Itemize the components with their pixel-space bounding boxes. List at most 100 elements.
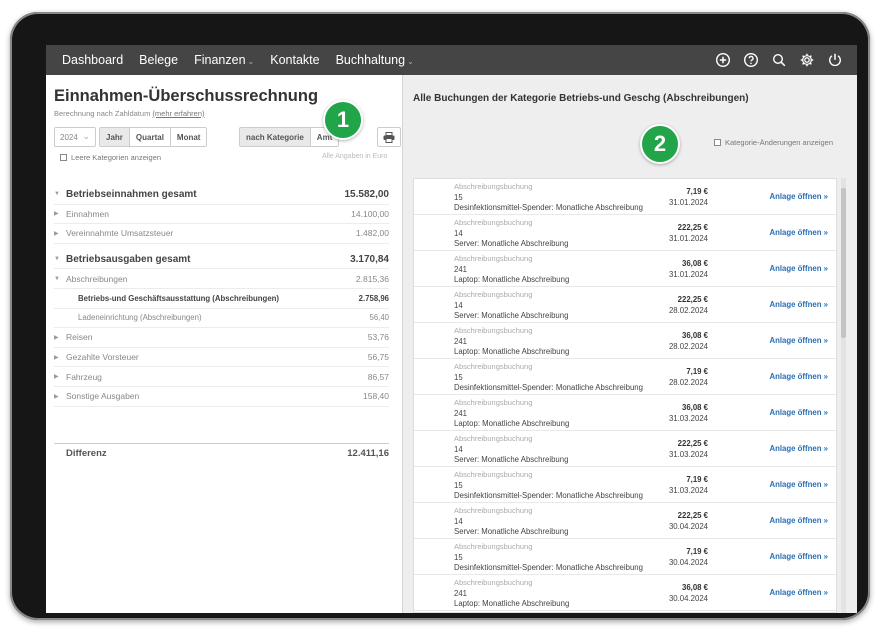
booking-amount: 36,08 € bbox=[681, 259, 708, 268]
tablet-frame: Dashboard Belege Finanzen ⌄ Kontakte Buch… bbox=[10, 12, 870, 620]
period-year-button[interactable]: Jahr bbox=[100, 128, 129, 146]
booking-description: Laptop: Monatliche Abschreibung bbox=[454, 419, 570, 428]
settings-icon[interactable] bbox=[799, 52, 815, 68]
category-row[interactable]: Betriebs-und Geschäftsausstattung (Absch… bbox=[54, 289, 389, 309]
booking-description: Laptop: Monatliche Abschreibung bbox=[454, 275, 570, 284]
category-changes-checkbox[interactable] bbox=[714, 139, 721, 146]
nav-finanzen[interactable]: Finanzen ⌄ bbox=[194, 53, 254, 67]
category-label: Vereinnahmte Umsatzsteuer bbox=[66, 228, 174, 239]
scrollbar-thumb[interactable] bbox=[841, 188, 846, 338]
category-label: Betriebsausgaben gesamt bbox=[66, 253, 191, 265]
empty-categories-label: Leere Kategorien anzeigen bbox=[71, 153, 162, 162]
open-asset-link[interactable]: Anlage öffnen » bbox=[770, 192, 829, 201]
booking-row[interactable]: Abschreibungsbuchung 14 Server: Monatliche… bbox=[414, 215, 836, 251]
category-row[interactable]: ▶ Vereinnahmte Umsatzsteuer 1.482,00 bbox=[54, 224, 389, 244]
category-row[interactable]: ▶ Einnahmen 14.100,00 bbox=[54, 205, 389, 225]
category-label: Betriebs-und Geschäftsausstattung (Absch… bbox=[78, 293, 280, 303]
period-month-button[interactable]: Monat bbox=[169, 128, 207, 146]
category-label: Einnahmen bbox=[66, 208, 110, 219]
open-asset-link[interactable]: Anlage öffnen » bbox=[770, 228, 829, 237]
booking-row[interactable]: Abschreibungsbuchung 15 Desinfektionsmitte… bbox=[414, 539, 836, 575]
open-asset-link[interactable]: Anlage öffnen » bbox=[770, 372, 829, 381]
category-value: 15.582,00 bbox=[344, 188, 390, 200]
open-asset-label: Anlage öffnen bbox=[769, 408, 822, 417]
category-value: 86,57 bbox=[367, 371, 389, 382]
print-button[interactable] bbox=[377, 127, 401, 147]
learn-more-link[interactable]: (mehr erfahren) bbox=[152, 109, 204, 118]
open-asset-link[interactable]: Anlage öffnen » bbox=[770, 300, 829, 309]
period-quarter-button[interactable]: Quartal bbox=[128, 128, 170, 146]
booking-row[interactable]: Abschreibungsbuchung 14 Server: Monatliche… bbox=[414, 503, 836, 539]
view-by-category-button[interactable]: nach Kategorie bbox=[240, 128, 310, 146]
category-value: 3.170,84 bbox=[350, 253, 389, 265]
booking-row[interactable]: Abschreibungsbuchung 14 Server: Monatliche… bbox=[414, 287, 836, 323]
booking-type: Abschreibungsbuchung bbox=[454, 398, 533, 407]
booking-row[interactable]: Abschreibungsbuchung 241 Laptop: Monatlich… bbox=[414, 251, 836, 287]
booking-row[interactable]: Abschreibungsbuchung 241 Laptop: Monatlich… bbox=[414, 323, 836, 359]
booking-row[interactable]: Abschreibungsbuchung 15 Desinfektionsmitte… bbox=[414, 179, 836, 215]
category-group-row[interactable]: ▼ Betriebseinnahmen gesamt 15.582,00 bbox=[54, 185, 389, 205]
category-row[interactable]: ▶ Sonstige Ausgaben 158,40 bbox=[54, 387, 389, 407]
category-row[interactable]: ▶ Reisen 53,76 bbox=[54, 328, 389, 348]
booking-row[interactable]: Abschreibungsbuchung 14 Server: Monatliche… bbox=[414, 431, 836, 467]
caret-down-icon[interactable]: ▼ bbox=[54, 191, 66, 197]
nav-belege[interactable]: Belege bbox=[139, 53, 178, 67]
caret-right-icon[interactable]: ▶ bbox=[54, 393, 66, 400]
chevron-down-icon: ⌄ bbox=[407, 57, 414, 66]
booking-number: 15 bbox=[454, 553, 463, 562]
open-asset-link[interactable]: Anlage öffnen » bbox=[770, 588, 829, 597]
open-asset-link[interactable]: Anlage öffnen » bbox=[770, 336, 829, 345]
caret-down-icon[interactable]: ▼ bbox=[54, 276, 66, 282]
caret-right-icon[interactable]: ▶ bbox=[54, 230, 66, 237]
double-chevron-right-icon: » bbox=[821, 480, 828, 489]
booking-type: Abschreibungsbuchung bbox=[454, 542, 533, 551]
category-value: 2.815,36 bbox=[355, 273, 389, 284]
open-asset-link[interactable]: Anlage öffnen » bbox=[770, 408, 829, 417]
booking-date: 31.03.2024 bbox=[668, 450, 708, 459]
subtitle-text: Berechnung nach Zahldatum bbox=[54, 109, 151, 118]
year-select[interactable]: 2024 ⌄ bbox=[54, 127, 96, 147]
caret-right-icon[interactable]: ▶ bbox=[54, 373, 66, 380]
booking-amount: 222,25 € bbox=[677, 295, 708, 304]
power-icon[interactable] bbox=[827, 52, 843, 68]
booking-row[interactable]: Abschreibungsbuchung 241 Laptop: Monatlich… bbox=[414, 395, 836, 431]
caret-right-icon[interactable]: ▶ bbox=[54, 354, 66, 361]
nav-buchhaltung[interactable]: Buchhaltung ⌄ bbox=[336, 53, 414, 67]
nav-dashboard[interactable]: Dashboard bbox=[62, 53, 123, 67]
booking-date: 28.02.2024 bbox=[668, 306, 708, 315]
category-row[interactable]: ▶ Fahrzeug 86,57 bbox=[54, 367, 389, 387]
booking-number: 15 bbox=[454, 481, 463, 490]
open-asset-label: Anlage öffnen bbox=[769, 516, 822, 525]
add-circle-icon[interactable] bbox=[715, 52, 731, 68]
app-screen: Dashboard Belege Finanzen ⌄ Kontakte Buch… bbox=[46, 45, 857, 613]
caret-down-icon[interactable]: ▼ bbox=[54, 256, 66, 262]
category-row[interactable]: ▼ Abschreibungen 2.815,36 bbox=[54, 269, 389, 289]
search-icon[interactable] bbox=[771, 52, 787, 68]
empty-categories-toggle[interactable]: Leere Kategorien anzeigen bbox=[60, 153, 161, 162]
caret-right-icon[interactable]: ▶ bbox=[54, 210, 66, 217]
category-row[interactable]: ▶ Gezahlte Vorsteuer 56,75 bbox=[54, 348, 389, 368]
booking-number: 14 bbox=[454, 229, 463, 238]
empty-categories-checkbox[interactable] bbox=[60, 154, 67, 161]
booking-row[interactable]: Abschreibungsbuchung 15 Desinfektionsmitte… bbox=[414, 359, 836, 395]
category-row[interactable]: Ladeneinrichtung (Abschreibungen) 56,40 bbox=[54, 309, 389, 329]
open-asset-link[interactable]: Anlage öffnen » bbox=[770, 516, 829, 525]
category-group-row[interactable]: ▼ Betriebsausgaben gesamt 3.170,84 bbox=[54, 250, 389, 270]
category-label: Sonstige Ausgaben bbox=[66, 391, 140, 402]
caret-right-icon[interactable]: ▶ bbox=[54, 334, 66, 341]
help-icon[interactable] bbox=[743, 52, 759, 68]
year-value: 2024 bbox=[60, 132, 78, 142]
booking-list-scrollbar[interactable] bbox=[841, 178, 846, 613]
open-asset-link[interactable]: Anlage öffnen » bbox=[770, 480, 829, 489]
nav-kontakte[interactable]: Kontakte bbox=[270, 53, 319, 67]
booking-row[interactable]: Abschreibungsbuchung 15 Desinfektionsmitte… bbox=[414, 467, 836, 503]
open-asset-link[interactable]: Anlage öffnen » bbox=[770, 444, 829, 453]
category-value: 1.482,00 bbox=[355, 228, 389, 239]
double-chevron-right-icon: » bbox=[821, 228, 828, 237]
open-asset-link[interactable]: Anlage öffnen » bbox=[770, 552, 829, 561]
booking-row[interactable]: Abschreibungsbuchung 241 Laptop: Monatlich… bbox=[414, 575, 836, 611]
open-asset-link[interactable]: Anlage öffnen » bbox=[770, 264, 829, 273]
booking-type: Abschreibungsbuchung bbox=[454, 578, 533, 587]
open-asset-label: Anlage öffnen bbox=[769, 444, 822, 453]
category-changes-toggle[interactable]: Kategorie-Änderungen anzeigen bbox=[714, 138, 833, 147]
